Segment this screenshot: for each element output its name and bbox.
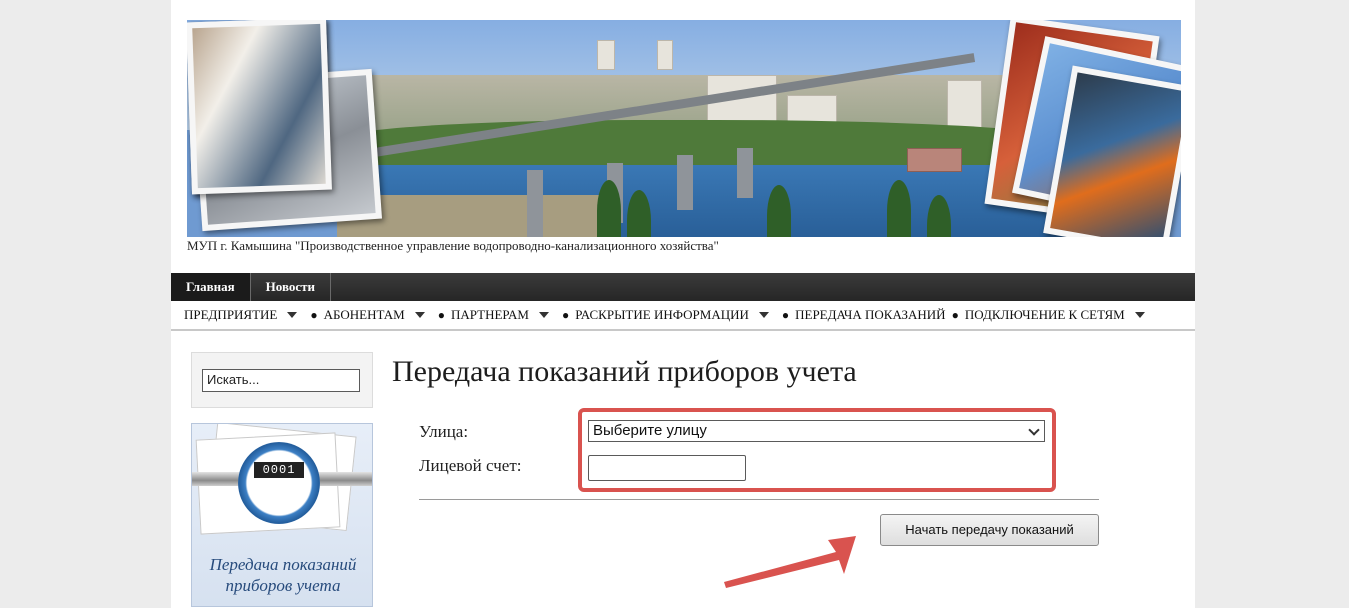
menu-disclosure[interactable]: РАСКРЫТИЕ ИНФОРМАЦИИ [575,307,782,323]
water-meter-icon [238,442,320,524]
search-input[interactable]: Искать... [202,369,360,392]
menu-meter-readings-label: ПЕРЕДАЧА ПОКАЗАНИЙ [795,307,946,322]
menu-enterprise[interactable]: ПРЕДПРИЯТИЕ [184,307,310,323]
start-submission-button[interactable]: Начать передачу показаний [880,514,1099,546]
lab-photo-3 [187,20,332,195]
top-navigation: Главная Новости [171,273,1195,301]
nav-news[interactable]: Новости [251,273,332,301]
chevron-down-icon [1134,312,1145,318]
menu-partners-label: ПАРТНЕРАМ [451,307,529,322]
bullet-icon: ● [310,307,318,322]
chevron-down-icon [758,312,769,318]
account-field[interactable] [588,455,746,481]
chevron-down-icon [414,312,425,318]
menu-subscribers[interactable]: АБОНЕНТАМ [324,307,438,323]
menu-subscribers-label: АБОНЕНТАМ [323,307,405,322]
bullet-icon: ● [561,307,570,322]
menu-partners[interactable]: ПАРТНЕРАМ [451,307,562,323]
chevron-down-icon [538,312,549,318]
menu-meter-readings[interactable]: ПЕРЕДАЧА ПОКАЗАНИЙ [795,307,951,323]
page-container: МУП г. Камышина "Производственное управл… [171,0,1195,608]
account-label: Лицевой счет: [419,456,522,475]
arrow-pointer-icon [724,536,856,588]
chevron-down-icon [1028,424,1040,436]
organization-name: МУП г. Камышина "Производственное управл… [187,238,719,253]
bullet-icon: ● [951,307,959,322]
bullet-icon: ● [781,307,790,322]
header-banner [187,20,1181,237]
menu-enterprise-label: ПРЕДПРИЯТИЕ [184,307,278,322]
meter-readings-banner[interactable]: 0001 Передача показаний приборов учета [191,423,373,607]
banner-caption-line2: приборов учета [225,576,341,595]
main-menu: ПРЕДПРИЯТИЕ ● АБОНЕНТАМ ● ПАРТНЕРАМ ● РА… [171,301,1195,331]
street-select-value: Выберите улицу [593,422,707,439]
chevron-down-icon [287,312,298,318]
menu-connection[interactable]: ПОДКЛЮЧЕНИЕ К СЕТЯМ [965,307,1158,323]
street-label: Улица: [419,422,469,441]
form-divider [419,499,1099,500]
banner-caption-line1: Передача показаний [209,555,357,574]
menu-connection-label: ПОДКЛЮЧЕНИЕ К СЕТЯМ [964,307,1125,322]
page-title: Передача показаний приборов учета [392,355,857,388]
meter-digits: 0001 [254,462,304,478]
nav-home[interactable]: Главная [171,273,251,301]
bullet-icon: ● [437,307,445,322]
menu-disclosure-label: РАСКРЫТИЕ ИНФОРМАЦИИ [575,307,749,322]
sidebar-search: Искать... [191,352,373,408]
banner-caption: Передача показаний приборов учета [192,554,372,596]
street-select[interactable]: Выберите улицу [588,420,1045,442]
